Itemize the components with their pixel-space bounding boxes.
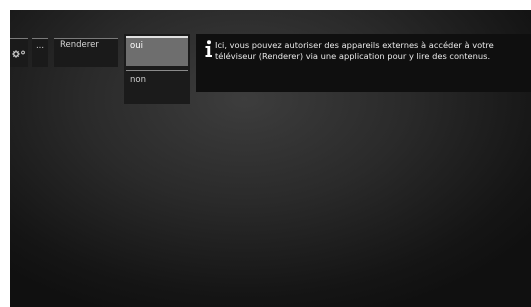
option-oui-label: oui <box>130 41 143 51</box>
info-icon <box>205 40 212 57</box>
breadcrumb-renderer-label: Renderer <box>60 40 99 50</box>
option-non-label: non <box>130 75 146 85</box>
tv-menu-screen: ... Renderer oui non Ici, vous pouvez au… <box>10 10 531 307</box>
option-oui[interactable]: oui <box>126 36 188 66</box>
info-panel: Ici, vous pouvez autoriser des appareils… <box>196 34 531 92</box>
option-list: oui non <box>124 34 190 104</box>
info-text: Ici, vous pouvez autoriser des appareils… <box>215 40 494 61</box>
breadcrumb-settings[interactable] <box>10 38 28 67</box>
breadcrumb-ellipsis-label: ... <box>35 41 45 51</box>
breadcrumb-renderer[interactable]: Renderer <box>54 38 118 67</box>
option-non[interactable]: non <box>126 70 188 92</box>
breadcrumb-ellipsis[interactable]: ... <box>32 38 48 67</box>
settings-gear-icon <box>12 50 25 58</box>
